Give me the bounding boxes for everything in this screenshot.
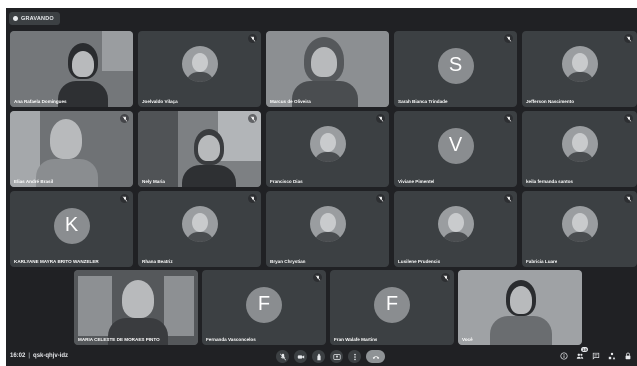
recording-indicator: GRAVANDO <box>9 12 60 25</box>
mic-off-icon <box>624 194 633 203</box>
meeting-time: 16:02 <box>10 353 26 359</box>
self-view-tile[interactable]: Você <box>458 270 582 345</box>
participant-avatar <box>561 126 598 163</box>
mic-off-icon <box>120 114 129 123</box>
participant-initial: V <box>437 127 474 164</box>
participant-tile[interactable]: V Viviane Pimentel <box>394 111 517 187</box>
participant-tile[interactable]: Ana Rafaela Domingues <box>10 31 133 107</box>
mic-off-icon <box>248 194 257 203</box>
activities-icon <box>608 352 616 360</box>
mic-off-icon <box>624 114 633 123</box>
participant-name: Você <box>462 337 473 342</box>
participant-avatar <box>181 46 218 83</box>
participant-name: Joelvaldo Vilaça <box>142 99 178 104</box>
mic-off-icon <box>279 353 286 360</box>
participant-avatar <box>561 46 598 83</box>
participant-name: KARLYANE MAYRA BRITO WANZELER <box>14 259 99 264</box>
participant-name: Nely Maria <box>142 179 165 184</box>
participant-count-badge: 19 <box>581 347 588 352</box>
participant-name: Fernanda Vasconcelos <box>206 337 256 342</box>
participant-initial: F <box>374 286 410 323</box>
participant-tile[interactable]: MARIA CELESTE DE MORAES PINTO <box>74 270 198 345</box>
host-controls-button[interactable] <box>623 351 633 361</box>
participant-name: Elias André Brasil <box>14 179 54 184</box>
participant-initial: F <box>246 286 282 323</box>
camera-toggle-button[interactable] <box>294 350 307 363</box>
raise-hand-icon <box>316 353 321 360</box>
participant-name: keila fernanda santos <box>526 179 573 184</box>
participant-tile[interactable]: Marcus de Oliveira <box>266 31 389 107</box>
participant-avatar <box>437 206 474 243</box>
people-icon <box>576 353 584 359</box>
participant-tile[interactable]: Jefferson Nascimento <box>522 31 637 107</box>
participant-tile[interactable]: Rhana Beatriz <box>138 191 261 267</box>
participant-tile[interactable]: Francisco Dias <box>266 111 389 187</box>
meeting-stage: GRAVANDO Ana Rafaela Domingues Joelvaldo… <box>6 8 637 366</box>
participant-tile[interactable]: F Fernanda Vasconcelos <box>202 270 326 345</box>
participant-name: Fran Walafe Martins <box>334 337 378 342</box>
chat-button[interactable] <box>591 351 601 361</box>
participant-tile[interactable]: Joelvaldo Vilaça <box>138 31 261 107</box>
end-call-button[interactable] <box>366 350 385 363</box>
mic-off-icon <box>504 194 513 203</box>
chat-icon <box>592 352 600 360</box>
recording-label: GRAVANDO <box>21 15 54 22</box>
participant-tile[interactable]: F Fran Walafe Martins <box>330 270 454 345</box>
mic-off-icon <box>504 34 513 43</box>
participant-name: Viviane Pimentel <box>398 179 435 184</box>
mic-off-icon <box>376 114 385 123</box>
meeting-toolbar: 16:02 | qsk-qhjv-idz 19 <box>6 347 637 366</box>
mic-off-icon <box>504 114 513 123</box>
participant-tile[interactable]: keila fernanda santos <box>522 111 637 187</box>
participant-avatar <box>309 126 346 163</box>
present-button[interactable] <box>330 350 343 363</box>
participant-name: Bryan Chrystian <box>270 259 306 264</box>
mic-off-icon <box>248 34 257 43</box>
camera-icon <box>297 354 304 359</box>
participant-name: Francisco Dias <box>270 179 303 184</box>
participant-tile[interactable]: Nely Maria <box>138 111 261 187</box>
meeting-code: qsk-qhjv-idz <box>33 353 69 359</box>
participant-tile[interactable]: Bryan Chrystian <box>266 191 389 267</box>
call-controls <box>276 350 385 363</box>
people-button[interactable]: 19 <box>575 347 588 361</box>
participant-initial: S <box>437 47 474 84</box>
participant-name: Marcus de Oliveira <box>270 99 311 104</box>
host-controls-icon <box>625 352 631 360</box>
participant-avatar <box>309 206 346 243</box>
participant-initial: K <box>53 207 90 244</box>
participant-name: Ana Rafaela Domingues <box>14 99 67 104</box>
meeting-side-controls: 19 <box>559 347 633 361</box>
participant-tile[interactable]: S Sarah Bianca Trindade <box>394 31 517 107</box>
meeting-info: 16:02 | qsk-qhjv-idz <box>10 353 69 359</box>
mic-off-icon <box>313 273 322 282</box>
activities-button[interactable] <box>607 351 617 361</box>
participant-tile[interactable]: Elias André Brasil <box>10 111 133 187</box>
mic-off-icon <box>120 194 129 203</box>
participant-name: Lusilene Prudencio <box>398 259 441 264</box>
participant-name: MARIA CELESTE DE MORAES PINTO <box>78 337 160 342</box>
present-icon <box>332 353 341 360</box>
participant-avatar <box>181 206 218 243</box>
participant-name: Sarah Bianca Trindade <box>398 99 448 104</box>
more-vert-icon <box>353 353 356 360</box>
participant-tile[interactable]: Fabricia Luare <box>522 191 637 267</box>
mic-off-icon <box>248 114 257 123</box>
participant-name: Fabricia Luare <box>526 259 558 264</box>
info-icon <box>560 352 568 360</box>
participant-tile[interactable]: Lusilene Prudencio <box>394 191 517 267</box>
mic-off-icon <box>624 34 633 43</box>
more-options-button[interactable] <box>348 350 361 363</box>
meeting-details-button[interactable] <box>559 351 569 361</box>
mic-toggle-button[interactable] <box>276 350 289 363</box>
participant-name: Jefferson Nascimento <box>526 99 574 104</box>
mic-off-icon <box>376 194 385 203</box>
participant-name: Rhana Beatriz <box>142 259 173 264</box>
participant-tile[interactable]: K KARLYANE MAYRA BRITO WANZELER <box>10 191 133 267</box>
end-call-icon <box>372 355 379 359</box>
raise-hand-button[interactable] <box>312 350 325 363</box>
participant-avatar <box>561 206 598 243</box>
mic-off-icon <box>441 273 450 282</box>
recording-dot-icon <box>13 16 18 21</box>
